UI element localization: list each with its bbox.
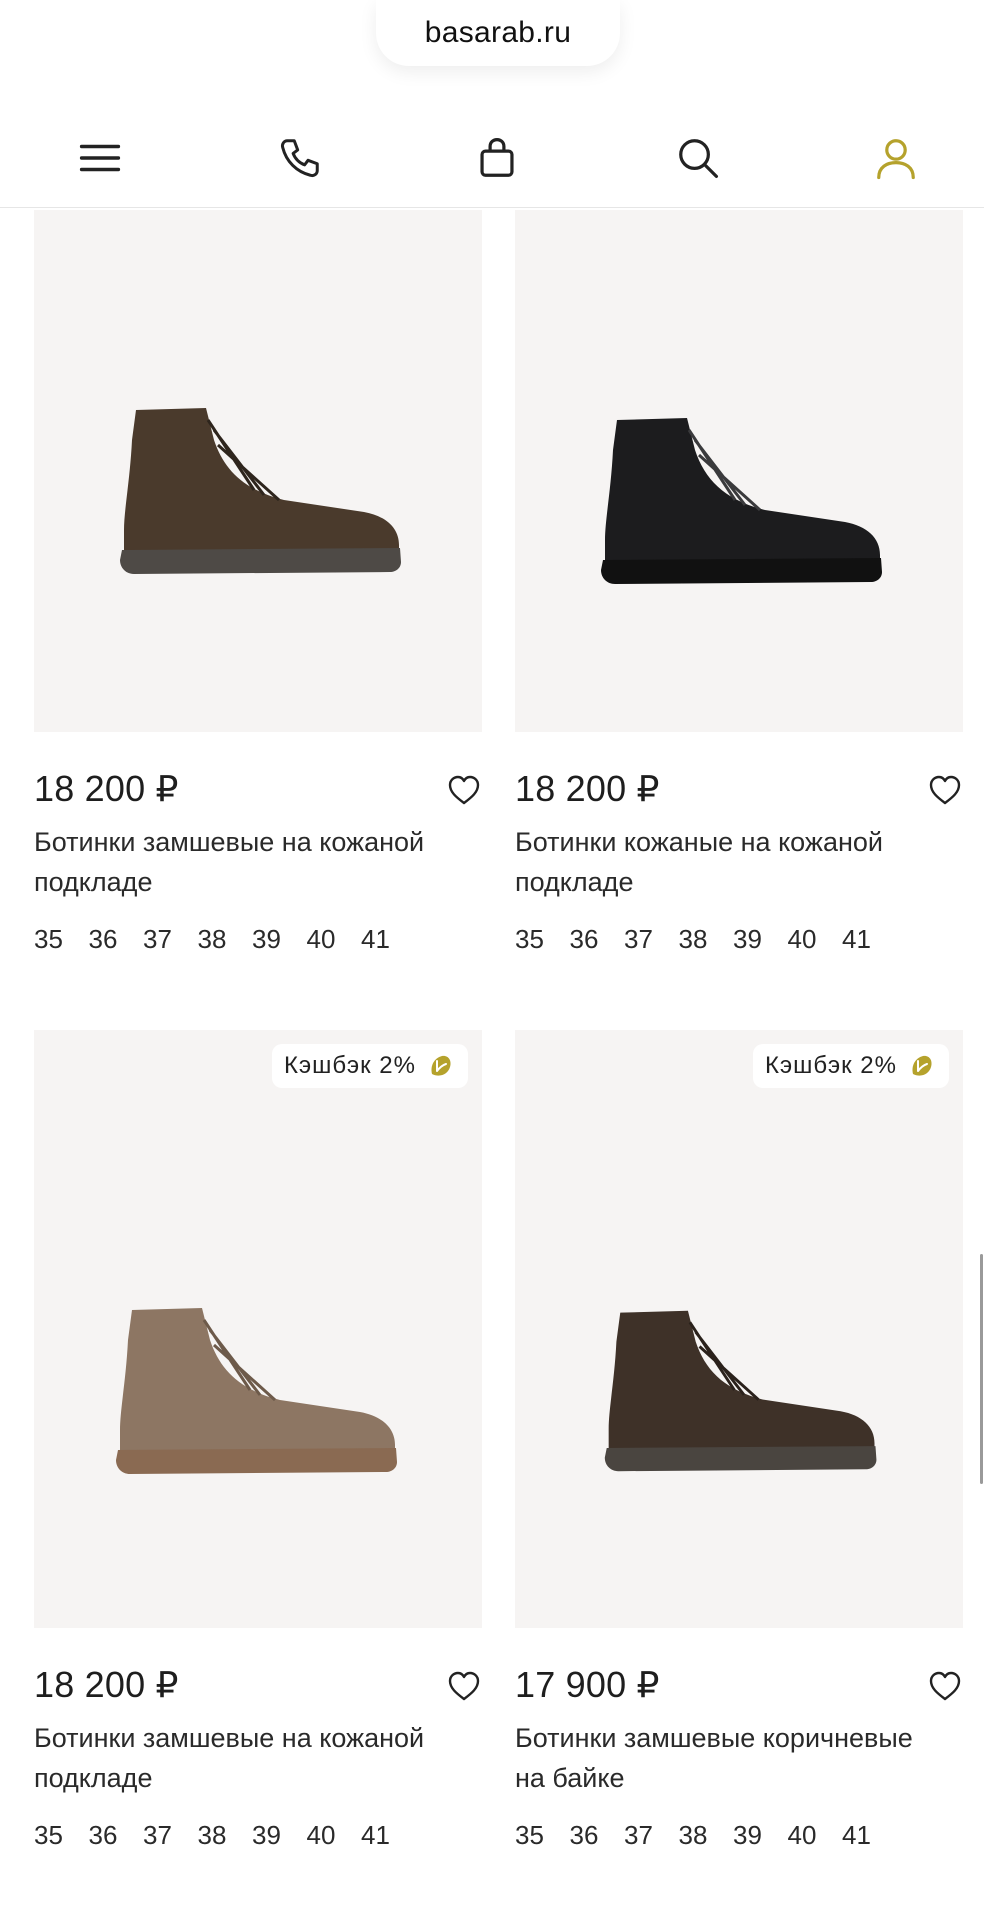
size-option[interactable]: 41 [361, 1820, 416, 1851]
account-button[interactable] [868, 130, 924, 186]
product-title[interactable]: Ботинки замшевые коричневые на байке [515, 1718, 945, 1798]
heart-icon[interactable] [446, 1668, 482, 1704]
size-option[interactable]: 40 [788, 1820, 843, 1851]
size-option[interactable]: 36 [570, 1820, 625, 1851]
size-option[interactable]: 40 [307, 1820, 362, 1851]
user-icon [877, 139, 915, 180]
cashback-coin-icon [431, 1055, 451, 1076]
size-list: 35 36 37 38 39 40 41 [34, 924, 416, 955]
product-card[interactable]: 18 200 ₽ Ботинки замшевые на кожаной под… [34, 210, 482, 970]
cashback-badge: Кэшбэк 2% [271, 1044, 468, 1088]
product-photo[interactable] [515, 210, 963, 732]
phone-button[interactable] [272, 130, 328, 186]
phone-icon [280, 139, 319, 178]
product-title[interactable]: Ботинки замшевые на кожаной подкладе [34, 822, 464, 902]
size-option[interactable]: 39 [252, 924, 307, 955]
cashback-coin-icon [912, 1055, 932, 1076]
size-option[interactable]: 39 [733, 924, 788, 955]
size-option[interactable]: 36 [89, 1820, 144, 1851]
heart-icon[interactable] [927, 772, 963, 808]
boot-image [116, 1308, 397, 1474]
boot-image [604, 1310, 877, 1472]
product-card[interactable]: Кэшбэк 2% 17 900 ₽ Ботинки замшевые кори… [515, 1030, 963, 1880]
size-option[interactable]: 35 [515, 1820, 570, 1851]
heart-icon[interactable] [446, 772, 482, 808]
size-option[interactable]: 36 [570, 924, 625, 955]
product-price: 18 200 ₽ [34, 1664, 179, 1705]
boot-image [601, 418, 882, 584]
product-price: 18 200 ₽ [515, 768, 660, 809]
bag-icon [480, 137, 514, 177]
size-option[interactable]: 38 [679, 924, 734, 955]
size-list: 35 36 37 38 39 40 41 [515, 1820, 897, 1851]
size-option[interactable]: 38 [198, 1820, 253, 1851]
size-option[interactable]: 36 [89, 924, 144, 955]
cashback-label: Кэшбэк 2% [283, 1052, 416, 1079]
heart-icon[interactable] [927, 1668, 963, 1704]
size-option[interactable]: 41 [842, 924, 897, 955]
size-list: 35 36 37 38 39 40 41 [34, 1820, 416, 1851]
product-photo[interactable]: Кэшбэк 2% [515, 1030, 963, 1628]
product-card[interactable]: Кэшбэк 2% 18 200 ₽ Ботинки замшевые на к… [34, 1030, 482, 1880]
product-price: 17 900 ₽ [515, 1664, 660, 1705]
size-option[interactable]: 39 [733, 1820, 788, 1851]
cart-button[interactable] [469, 130, 525, 186]
product-title[interactable]: Ботинки замшевые на кожаной подкладе [34, 1718, 464, 1798]
size-option[interactable]: 35 [515, 924, 570, 955]
page-scrollbar[interactable] [980, 1254, 983, 1484]
menu-button[interactable] [72, 130, 128, 186]
boot-image [120, 408, 401, 574]
search-button[interactable] [670, 130, 726, 186]
cashback-label: Кэшбэк 2% [764, 1052, 897, 1079]
product-card[interactable]: 18 200 ₽ Ботинки кожаные на кожаной подк… [515, 210, 963, 970]
top-nav [0, 108, 984, 208]
product-photo[interactable]: Кэшбэк 2% [34, 1030, 482, 1628]
size-list: 35 36 37 38 39 40 41 [515, 924, 897, 955]
size-option[interactable]: 38 [679, 1820, 734, 1851]
product-photo[interactable] [34, 210, 482, 732]
size-option[interactable]: 37 [143, 1820, 198, 1851]
size-option[interactable]: 37 [143, 924, 198, 955]
size-option[interactable]: 38 [198, 924, 253, 955]
size-option[interactable]: 41 [361, 924, 416, 955]
product-title[interactable]: Ботинки кожаные на кожаной подкладе [515, 822, 945, 902]
size-option[interactable]: 35 [34, 924, 89, 955]
product-price: 18 200 ₽ [34, 768, 179, 809]
cashback-badge: Кэшбэк 2% [752, 1044, 949, 1088]
size-option[interactable]: 40 [788, 924, 843, 955]
size-option[interactable]: 37 [624, 924, 679, 955]
menu-icon [79, 144, 121, 172]
size-option[interactable]: 40 [307, 924, 362, 955]
search-icon [679, 139, 719, 179]
size-option[interactable]: 35 [34, 1820, 89, 1851]
browser-url[interactable]: basarab.ru [376, 0, 620, 66]
size-option[interactable]: 41 [842, 1820, 897, 1851]
size-option[interactable]: 37 [624, 1820, 679, 1851]
size-option[interactable]: 39 [252, 1820, 307, 1851]
